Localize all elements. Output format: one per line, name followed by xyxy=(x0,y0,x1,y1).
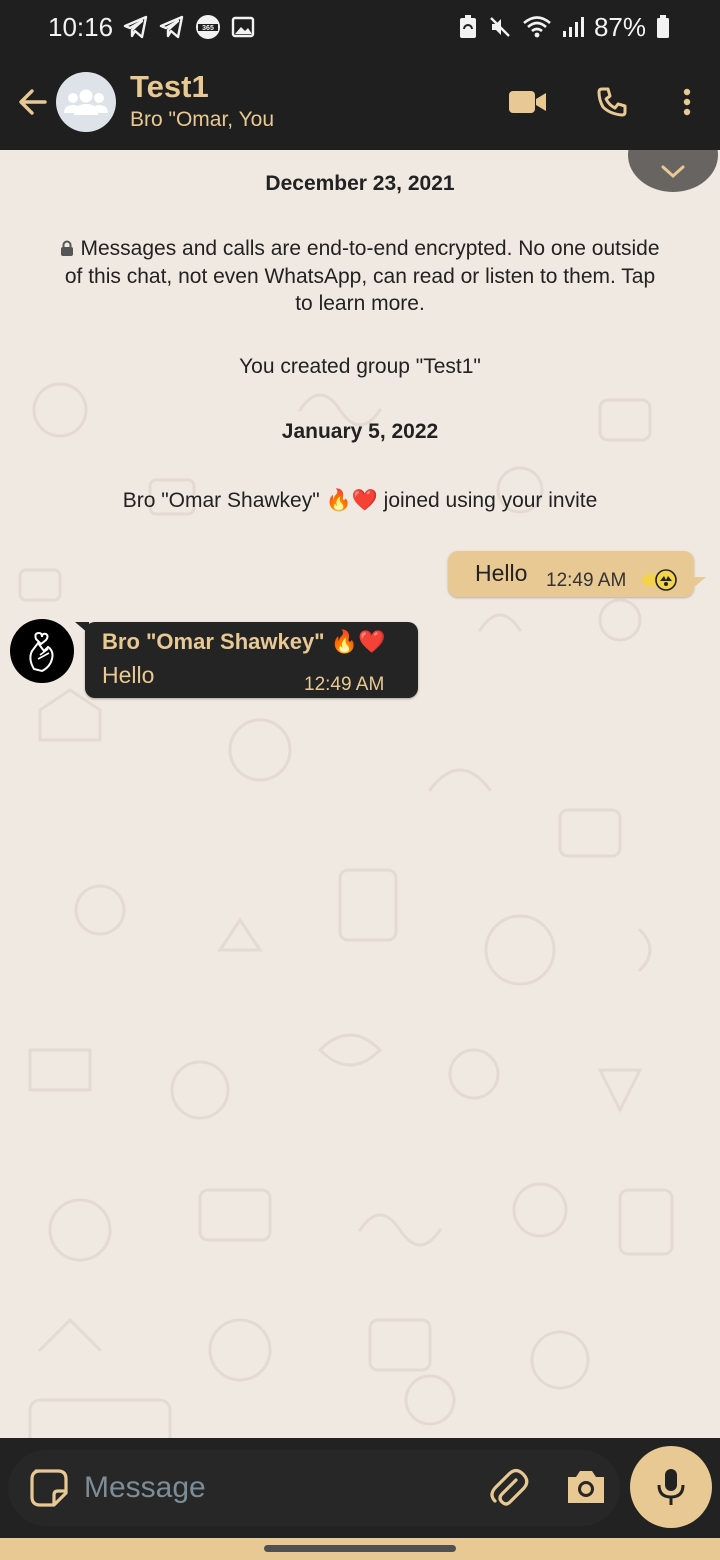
more-options-icon[interactable] xyxy=(654,54,720,150)
battery-percent: 87% xyxy=(593,11,646,42)
app-365-icon: 365 xyxy=(195,14,221,40)
chat-title: Test1 xyxy=(130,69,209,104)
gallery-icon xyxy=(231,16,255,38)
status-bar: 10:16 365 87% xyxy=(0,0,720,54)
status-left: 10:16 365 xyxy=(48,12,255,43)
encryption-notice[interactable]: Messages and calls are end-to-end encryp… xyxy=(0,235,720,317)
message-text: Hello xyxy=(102,662,155,688)
fire-heart-emoji: 🔥❤️ xyxy=(325,488,378,512)
message-text: Hello xyxy=(475,560,528,586)
message-time: 12:49 AM xyxy=(546,570,627,591)
status-right: 87% xyxy=(458,12,670,43)
telegram-icon xyxy=(159,15,185,39)
home-handle[interactable] xyxy=(264,1545,456,1552)
group-created-notice: You created group "Test1" xyxy=(239,355,481,378)
camera-icon[interactable] xyxy=(564,1467,608,1511)
sender-name: Bro "Omar Shawkey" 🔥❤️ xyxy=(102,629,386,655)
group-avatar-icon[interactable] xyxy=(56,72,116,132)
encryption-notice-text: Messages and calls are end-to-end encryp… xyxy=(64,237,660,315)
incoming-message[interactable]: Bro "Omar Shawkey" 🔥❤️ Hello 12:49 AM xyxy=(75,622,418,698)
system-nav-bar xyxy=(0,1538,720,1560)
joined-notice: Bro "Omar Shawkey" 🔥❤️ joined using your… xyxy=(0,488,720,513)
voice-call-icon[interactable] xyxy=(570,54,654,150)
sticker-icon[interactable] xyxy=(28,1467,70,1509)
header-actions xyxy=(486,54,720,150)
video-call-icon[interactable] xyxy=(486,54,570,150)
joined-notice-name: Bro "Omar Shawkey" xyxy=(122,489,320,512)
mute-icon xyxy=(488,15,512,39)
chat-wallpaper xyxy=(18,382,674,1438)
chat-area[interactable]: December 23, 2021 Messages and calls are… xyxy=(0,150,720,1438)
svg-text:365: 365 xyxy=(202,25,214,32)
status-time: 10:16 xyxy=(48,11,114,42)
sender-avatar[interactable] xyxy=(10,619,74,683)
chat-title-block[interactable]: Test1 Bro "Omar, You xyxy=(130,69,274,135)
battery-saver-icon xyxy=(458,14,478,40)
back-arrow-icon[interactable] xyxy=(10,72,56,132)
message-time: 12:49 AM xyxy=(304,674,385,695)
chat-subtitle: Bro "Omar, You xyxy=(130,108,275,131)
mic-icon xyxy=(657,1469,685,1505)
attach-icon[interactable] xyxy=(486,1466,530,1510)
fire-heart-emoji: 🔥❤️ xyxy=(330,630,386,655)
battery-icon xyxy=(656,15,670,39)
composer-pill xyxy=(8,1450,620,1526)
telegram-icon xyxy=(123,15,149,39)
read-status-icon xyxy=(642,569,678,596)
date-divider: January 5, 2022 xyxy=(281,420,439,443)
joined-notice-suffix: joined using your invite xyxy=(383,489,598,512)
lock-icon xyxy=(60,236,74,263)
chat-header: Test1 Bro "Omar, You xyxy=(0,54,720,150)
outgoing-message[interactable]: Hello 12:49 AM xyxy=(448,551,706,597)
composer-bar xyxy=(0,1438,720,1538)
sender-name-text: Bro "Omar Shawkey" xyxy=(102,629,325,654)
wifi-icon xyxy=(522,15,552,39)
signal-icon xyxy=(562,15,584,39)
mic-button[interactable] xyxy=(630,1446,712,1528)
message-input[interactable] xyxy=(84,1466,464,1510)
date-divider: December 23, 2021 xyxy=(265,172,455,195)
